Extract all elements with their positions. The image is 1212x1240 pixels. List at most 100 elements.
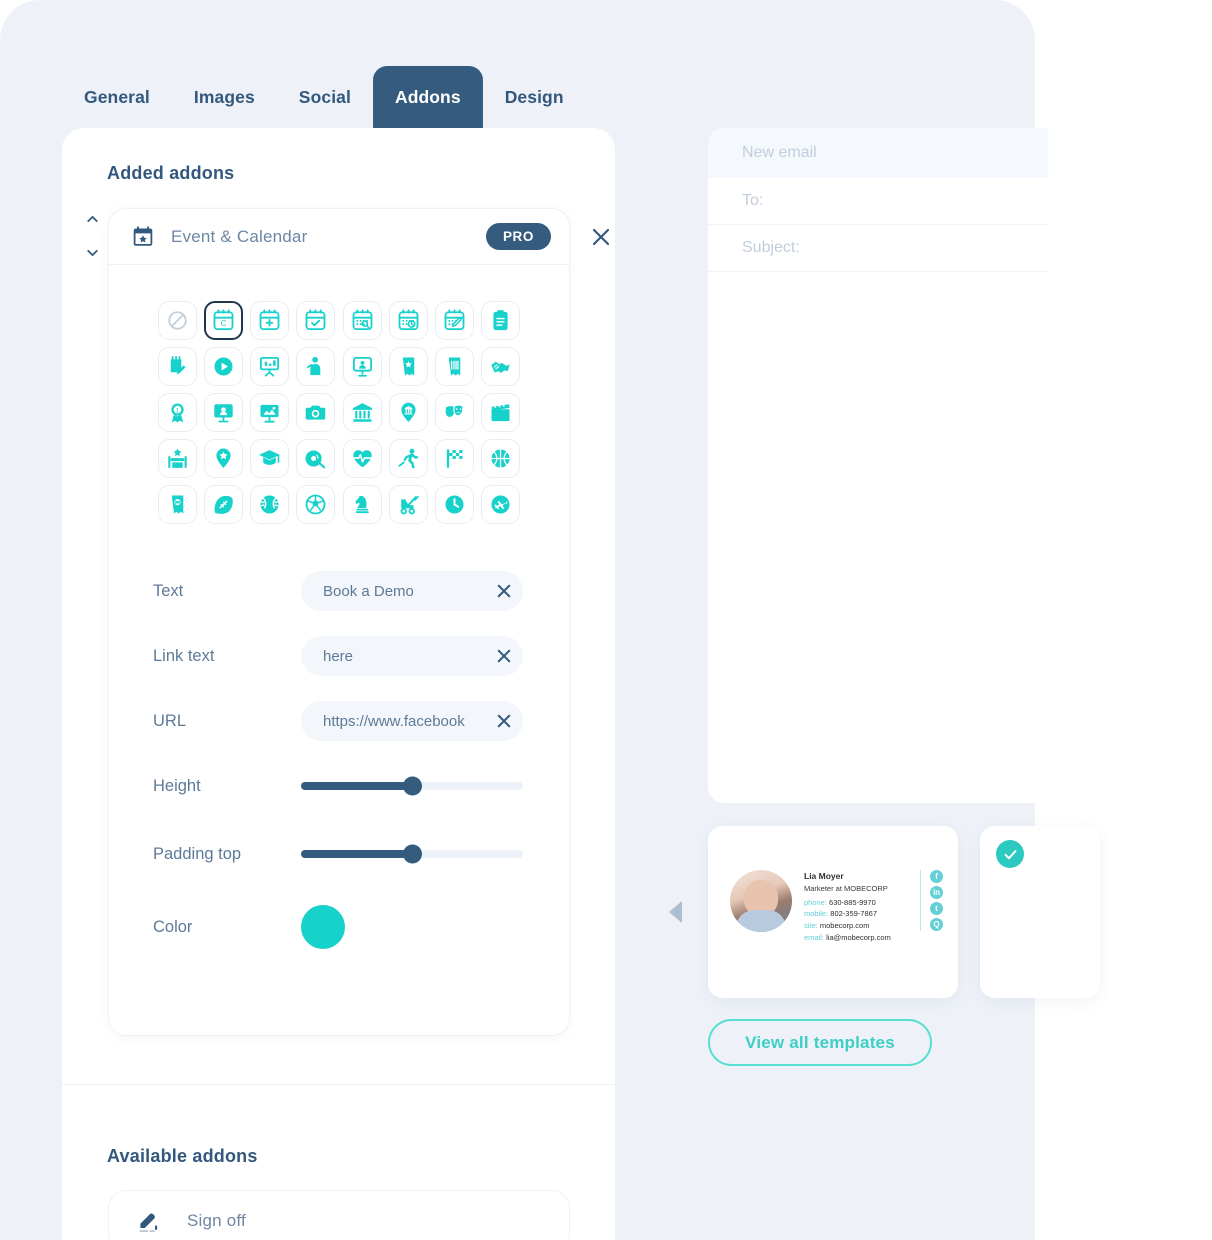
theatre-masks-icon — [445, 404, 464, 417]
heartbeat-icon — [352, 450, 372, 468]
panel-divider — [62, 1084, 615, 1085]
screenshot-root: General Images Social Addons Design Added ad… — [0, 0, 1212, 1240]
icon-option-camera-icon[interactable] — [296, 393, 336, 432]
addon-card-title: Event & Calendar — [171, 226, 308, 246]
icon-option-location-star-icon[interactable] — [204, 439, 244, 478]
icon-option-baseball-icon[interactable] — [250, 485, 290, 524]
clear-icon[interactable] — [495, 712, 513, 730]
tab-images[interactable]: Images — [172, 66, 277, 128]
icon-option-chess-knight-icon[interactable] — [342, 485, 382, 524]
email-to-field[interactable]: To: — [708, 178, 1048, 225]
icon-option-location-museum-icon[interactable] — [388, 393, 428, 432]
signature-row-value: 802-359-7867 — [830, 909, 877, 919]
icon-option-award-ribbon-icon[interactable]: 1 — [158, 393, 197, 432]
icon-option-theatre-masks-icon[interactable] — [434, 393, 474, 432]
icon-option-dj-turntable-icon[interactable] — [296, 439, 336, 478]
slider-padding-top[interactable] — [301, 844, 523, 864]
location-museum-icon — [401, 402, 416, 422]
icon-option-graduation-cap-icon[interactable] — [250, 439, 290, 478]
icon-option-calendar-search-icon[interactable] — [342, 301, 382, 340]
notepad-edit-icon — [170, 356, 186, 375]
slider-thumb[interactable] — [402, 844, 422, 864]
color-label: Color — [153, 917, 193, 936]
museum-building-icon — [352, 403, 372, 422]
slider-height[interactable] — [301, 776, 523, 796]
icon-option-racing-flag-icon[interactable] — [434, 439, 474, 478]
icon-option-ticket-sport-icon[interactable] — [158, 485, 197, 524]
icon-option-webinar-monitor-icon[interactable] — [204, 393, 244, 432]
icon-option-basketball-icon[interactable] — [480, 439, 520, 478]
icon-option-calendar-edit-icon[interactable] — [434, 301, 474, 340]
email-preview-title: New email — [708, 128, 1048, 178]
clear-icon[interactable] — [495, 647, 513, 665]
email-subject-field[interactable]: Subject: — [708, 225, 1048, 272]
icon-option-notepad-edit-icon[interactable] — [158, 347, 197, 386]
icon-option-calendar-check-icon[interactable] — [296, 301, 336, 340]
icon-option-ticket-star-icon[interactable] — [388, 347, 428, 386]
icon-option-ticket-barcode-icon[interactable] — [434, 347, 474, 386]
icon-option-presenter-screen-icon[interactable] — [342, 347, 382, 386]
reorder-updown-icon[interactable] — [82, 216, 102, 256]
tab-general[interactable]: General — [62, 66, 172, 128]
icon-option-stage-award-icon[interactable] — [158, 439, 197, 478]
icon-option-handshake-icon[interactable] — [480, 347, 520, 386]
roller-skates-icon — [400, 495, 419, 515]
icon-option-calendar-c-icon[interactable]: C — [204, 301, 244, 340]
chevron-up-icon — [86, 216, 98, 222]
icon-option-clapperboard-icon[interactable] — [480, 393, 520, 432]
icon-option-clock-icon[interactable] — [434, 485, 474, 524]
linkedin-icon[interactable]: in — [930, 886, 943, 899]
tab-addons[interactable]: Addons — [372, 66, 483, 128]
field-value: https://www.facebook — [323, 712, 465, 730]
icon-option-airplane-icon[interactable] — [480, 485, 520, 524]
icon-option-football-icon[interactable] — [204, 485, 244, 524]
quora-icon[interactable]: Q — [930, 918, 943, 931]
field-input-url[interactable]: https://www.facebook — [301, 701, 523, 741]
signature-name: Lia Moyer — [804, 871, 844, 881]
chevron-left-icon[interactable] — [669, 901, 682, 923]
template-card-selected[interactable]: Lia Moyer Marketer at MOBECORP phone: 63… — [708, 826, 958, 998]
icon-option-no-icon[interactable] — [158, 301, 197, 340]
template-card-next[interactable] — [980, 826, 1100, 998]
twitter-icon[interactable]: t — [930, 902, 943, 915]
runner-icon — [398, 448, 418, 469]
icon-option-speaker-podium-icon[interactable] — [296, 347, 336, 386]
color-row: Color — [153, 899, 555, 955]
calendar-plus-icon — [259, 309, 280, 331]
color-swatch[interactable] — [301, 905, 345, 949]
airplane-icon — [491, 495, 510, 514]
icon-option-photo-frame-icon[interactable] — [250, 393, 290, 432]
icon-option-roller-skates-icon[interactable] — [388, 485, 428, 524]
view-all-templates-button[interactable]: View all templates — [708, 1019, 932, 1066]
ticket-sport-icon — [171, 495, 184, 514]
tab-bar: General Images Social Addons Design — [62, 66, 635, 128]
icon-option-museum-building-icon[interactable] — [342, 393, 382, 432]
signature-row: mobile: 802-359-7867 — [804, 908, 912, 920]
tab-social[interactable]: Social — [277, 66, 373, 128]
available-addon-sign-off[interactable]: Sign off — [108, 1190, 570, 1240]
slider-thumb[interactable] — [402, 776, 422, 796]
icon-option-soccer-ball-icon[interactable] — [296, 485, 336, 524]
icon-option-clipboard-list-icon[interactable] — [480, 301, 520, 340]
facebook-icon[interactable]: f — [930, 870, 943, 883]
ticket-star-icon — [402, 357, 414, 376]
clear-icon[interactable] — [495, 582, 513, 600]
camera-icon — [306, 405, 326, 420]
signature-row-value: mobecorp.com — [819, 921, 870, 930]
pro-badge: PRO — [485, 223, 551, 250]
icon-picker-grid: C1 — [158, 301, 520, 524]
icon-option-heartbeat-icon[interactable] — [342, 439, 382, 478]
location-star-icon — [216, 448, 231, 468]
field-input-link-text[interactable]: here — [301, 636, 523, 676]
icon-option-runner-icon[interactable] — [388, 439, 428, 478]
clipboard-list-icon — [493, 310, 508, 331]
icon-option-play-circle-icon[interactable] — [204, 347, 244, 386]
tab-design[interactable]: Design — [483, 66, 586, 128]
check-glyph — [1004, 849, 1016, 859]
icon-option-calendar-clock-icon[interactable] — [388, 301, 428, 340]
icon-option-presentation-chart-icon[interactable] — [250, 347, 290, 386]
field-input-text[interactable]: Book a Demo — [301, 571, 523, 611]
slider-fill — [301, 850, 412, 858]
icon-option-calendar-plus-icon[interactable] — [250, 301, 290, 340]
close-icon[interactable] — [589, 225, 613, 249]
